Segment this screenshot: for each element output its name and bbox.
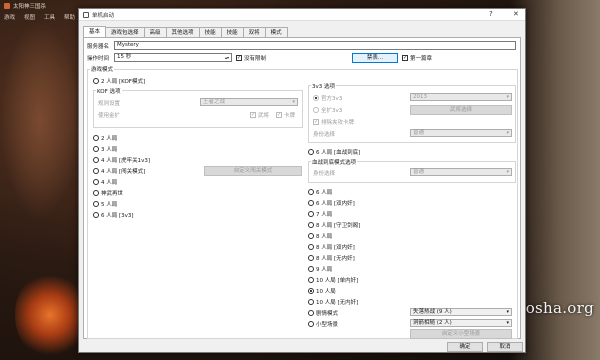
tab-mode[interactable]: 模式 xyxy=(264,27,288,37)
app-icon xyxy=(4,3,10,9)
official-version-select[interactable]: 2013 ▾ xyxy=(410,93,512,101)
mode-radio[interactable]: 8 人局 [无内奸] xyxy=(308,254,355,262)
mode-radio[interactable]: 8 人局 [双内奸] xyxy=(308,243,355,251)
mode-radio[interactable]: 2 人局 xyxy=(93,134,117,142)
checkbox-box: ✓ xyxy=(402,55,408,61)
bloodbath-role-label: 身份选择 xyxy=(313,171,336,177)
mode-radio[interactable]: 5 人局 xyxy=(93,200,117,208)
chevron-down-icon: ▾ xyxy=(506,320,509,326)
menu-tools[interactable]: 工具 xyxy=(44,13,55,21)
general-select-button[interactable]: 武将选择 xyxy=(410,105,512,115)
tab-skills[interactable]: 技能 xyxy=(198,27,222,37)
tab-advanced[interactable]: 高级 xyxy=(143,27,167,37)
bloodbath-options-label: 血战到底模式选项 xyxy=(311,158,358,166)
menu-game[interactable]: 游戏 xyxy=(4,13,15,21)
role-select-label: 身份选择 xyxy=(313,132,336,138)
mode-radio[interactable]: 9 人局 xyxy=(308,265,332,273)
chevron-down-icon: ▾ xyxy=(506,130,509,136)
role-select[interactable]: 普通 ▾ xyxy=(410,129,512,137)
start-server-dialog: 单机启动 ? ✕ 基本 游戏包选择 高级 其他选项 技能 技能 双将 模式 服务… xyxy=(78,8,526,353)
exclude-cards-checkbox[interactable]: ✓ 排除夹攻卡牌 xyxy=(313,118,354,126)
custom-mini-scene-button[interactable]: 自定义小型场景 xyxy=(410,329,512,339)
custom-challenge-button[interactable]: 自定义闯关模式 xyxy=(204,166,302,176)
timeout-label: 操作时间 xyxy=(87,56,110,62)
mode-radio[interactable]: 6 人局 xyxy=(308,188,332,196)
mode-radio[interactable]: 10 人局 [单内奸] xyxy=(308,276,358,284)
all-ext-3v3-radio[interactable]: 全扩3v3 xyxy=(313,106,342,114)
basic-panel: 服务器名 Mystery 操作时间 15 秒 ▴▾ ✓ 没有限制 禁表... ✓ 第一… xyxy=(83,37,521,339)
ban-list-button[interactable]: 禁表... xyxy=(352,53,398,63)
kof-options-label: KOF 选项 xyxy=(96,87,122,95)
close-button[interactable]: ✕ xyxy=(513,10,519,18)
ext-generals-checkbox[interactable]: ✓ 武将 xyxy=(250,111,269,119)
official-3v3-radio[interactable]: 官方3v3 xyxy=(313,94,342,102)
first-draw-checkbox[interactable]: ✓ 第一篇章 xyxy=(402,54,432,62)
menu-help[interactable]: 帮助 xyxy=(64,13,75,21)
mode-radio[interactable]: 7 人局 xyxy=(308,210,332,218)
server-name-input[interactable]: Mystery xyxy=(114,41,516,50)
bloodbath-role-select[interactable]: 普通 ▾ xyxy=(410,168,512,176)
tab-dual-general[interactable]: 双将 xyxy=(242,27,266,37)
mode-radio[interactable]: 4 人局 xyxy=(93,178,117,186)
menu-view[interactable]: 视图 xyxy=(24,13,35,21)
rule-label: 规则设置 xyxy=(98,101,121,107)
mode-radio[interactable]: 4 人局 [虎牢关1v3] xyxy=(93,156,150,164)
chevron-down-icon: ▾ xyxy=(292,99,295,105)
chevron-down-icon: ▾ xyxy=(506,169,509,175)
dialog-icon xyxy=(83,11,89,18)
cancel-button[interactable]: 取消 xyxy=(487,342,523,352)
mode-radio[interactable]: 8 人局 [守卫剑阁] xyxy=(308,221,360,229)
tab-skills-2[interactable]: 技能 xyxy=(220,27,244,37)
scenario-mode-radio[interactable]: 剧情模式 xyxy=(308,309,338,317)
mode-radio-selected[interactable]: 10 人局 xyxy=(308,287,336,295)
mode-radio[interactable]: 10 人局 [无内奸] xyxy=(308,298,358,306)
server-name-label: 服务器名 xyxy=(87,44,110,50)
rule-select[interactable]: 王者之战 ▾ xyxy=(200,98,298,106)
mini-scene-radio[interactable]: 小型场景 xyxy=(308,320,338,328)
dialog-title: 单机启动 xyxy=(92,12,115,19)
mode-radio[interactable]: 4 人局 [闯关模式] xyxy=(93,167,145,175)
scenario-select[interactable]: 失落热战 (9 人) ▾ xyxy=(410,308,512,316)
chevron-down-icon: ▾ xyxy=(506,94,509,100)
3v3-options-label: 3v3 选项 xyxy=(311,82,337,90)
tab-other[interactable]: 其他选项 xyxy=(165,27,200,37)
timeout-spinbox[interactable]: 15 秒 ▴▾ xyxy=(114,53,232,62)
ok-button[interactable]: 确定 xyxy=(447,342,483,352)
use-ext-label: 使用金扩 xyxy=(98,113,121,119)
ext-cards-checkbox[interactable]: ✓ 卡牌 xyxy=(276,111,295,119)
main-window-title: 太阳神三国杀 xyxy=(4,2,46,10)
help-button[interactable]: ? xyxy=(489,10,493,18)
no-limit-checkbox[interactable]: ✓ 没有限制 xyxy=(236,54,266,62)
mode-6p-bloodbath-radio[interactable]: 6 人局 [血战到底] xyxy=(308,148,360,156)
mode-radio[interactable]: 3 人局 xyxy=(93,145,117,153)
mode-radio[interactable]: 6 人局 [3v3] xyxy=(93,211,134,219)
spin-arrows-icon: ▴▾ xyxy=(224,55,229,60)
chevron-down-icon: ▾ xyxy=(506,309,509,315)
main-menu-bar: 游戏 视图 工具 帮助 xyxy=(4,13,75,21)
mode-radio[interactable]: 神武再世 xyxy=(93,189,123,197)
mini-scene-select[interactable]: 洞箭相随 (2 人) ▾ xyxy=(410,319,512,327)
tab-basic[interactable]: 基本 xyxy=(83,26,107,37)
mode-radio[interactable]: 8 人局 xyxy=(308,232,332,240)
mode-radio[interactable]: 6 人局 [双内奸] xyxy=(308,199,355,207)
tab-packages[interactable]: 游戏包选择 xyxy=(105,27,145,37)
mode-2p-kof-radio[interactable]: 2 人局 [KOF模式] xyxy=(93,77,145,85)
kof-options-group xyxy=(93,90,303,128)
dialog-titlebar: 单机启动 ? ✕ xyxy=(79,9,525,21)
game-mode-label: 游戏模式 xyxy=(90,65,115,73)
checkbox-box: ✓ xyxy=(236,55,242,61)
